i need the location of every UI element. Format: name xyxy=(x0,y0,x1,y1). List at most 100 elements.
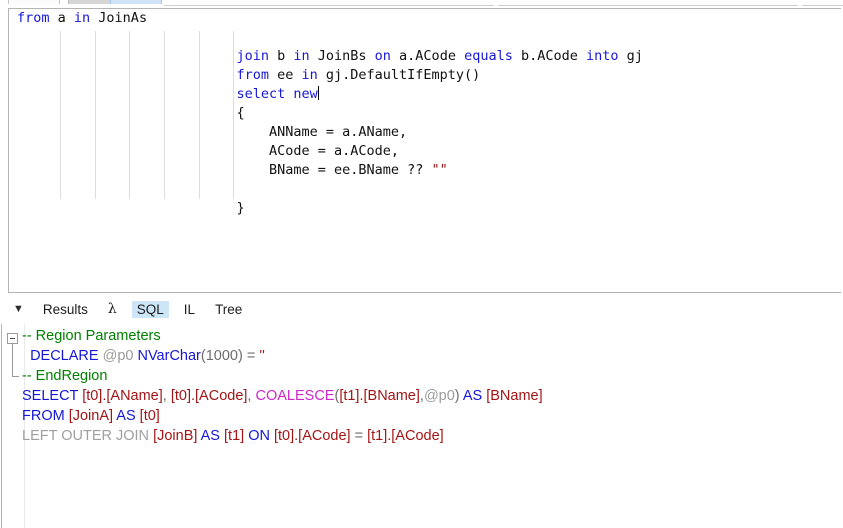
code-line-2: join b in JoinBs on a.ACode equals b.ACo… xyxy=(9,47,643,66)
sql-token: = xyxy=(242,348,260,364)
sql-token: SELECT xyxy=(22,388,79,404)
top-tab-3-selected[interactable] xyxy=(110,0,162,4)
code-token: new xyxy=(293,86,318,102)
tab-results[interactable]: Results xyxy=(38,301,93,318)
code-token: on xyxy=(374,48,391,64)
sql-token: [t0].[ACode] xyxy=(273,428,351,444)
sql-token: , xyxy=(162,388,171,404)
code-line-4: select new xyxy=(9,85,643,104)
sql-token: [t0].[AName] xyxy=(82,388,163,404)
code-token: } xyxy=(17,200,245,216)
code-line-0: from a in JoinAs xyxy=(9,9,643,28)
application-window: from a in JoinAs join b in JoinBs on a.A… xyxy=(0,0,843,528)
sql-token: ON xyxy=(248,428,270,444)
code-editor-surface[interactable]: from a in JoinAs join b in JoinBs on a.A… xyxy=(9,9,841,292)
code-line-6: ANName = a.AName, xyxy=(9,123,643,142)
top-divider-1 xyxy=(164,5,494,6)
sql-token: NVarChar xyxy=(137,348,201,364)
sql-token: @p0 xyxy=(423,388,455,404)
code-token: a.ACode xyxy=(390,48,465,64)
code-token: in xyxy=(293,48,310,64)
sql-token: [t1] xyxy=(224,428,245,444)
region-guide-line xyxy=(12,344,13,377)
code-token: BName = ee.BName ?? xyxy=(17,162,432,178)
sql-token: @p0 xyxy=(102,348,134,364)
code-token: ACode = a.ACode, xyxy=(17,143,400,159)
code-token: select xyxy=(236,86,286,102)
code-token: ee xyxy=(268,67,302,83)
tab-lambda[interactable]: λ xyxy=(103,300,122,318)
sql-token: FROM xyxy=(22,408,65,424)
sql-token: [t1].[ACode] xyxy=(367,428,444,444)
sql-token: [t1].[BName] xyxy=(339,388,420,404)
sql-token: [t0].[ACode] xyxy=(170,388,248,404)
code-line-10: } xyxy=(9,199,643,218)
code-token: join xyxy=(236,48,269,64)
output-tabstrip: ▼ Results λ SQL IL Tree xyxy=(0,296,843,322)
sql-token: [t0] xyxy=(139,408,160,424)
sql-token: AS xyxy=(462,388,483,404)
code-token: in xyxy=(73,10,91,26)
code-token: into xyxy=(586,48,619,64)
code-token: from xyxy=(17,10,50,26)
code-token: gj xyxy=(618,48,643,64)
sql-line-4: FROM [JoinA] AS [t0] xyxy=(22,406,543,426)
text-caret xyxy=(317,86,319,100)
region-guide-elbow xyxy=(12,376,19,377)
region-collapse-icon[interactable] xyxy=(7,333,18,344)
tab-tree[interactable]: Tree xyxy=(210,301,247,318)
code-token: in xyxy=(301,67,318,83)
code-line-8: BName = ee.BName ?? "" xyxy=(9,161,643,180)
tab-il[interactable]: IL xyxy=(179,301,200,318)
top-divider-3 xyxy=(802,5,843,6)
sql-token: COALESCE xyxy=(255,388,335,404)
code-token: from xyxy=(236,67,269,83)
sql-token: '' xyxy=(259,348,265,364)
sql-output-text[interactable]: -- Region Parameters DECLARE @p0 NVarCha… xyxy=(22,326,543,446)
sql-output-pane[interactable]: -- Region Parameters DECLARE @p0 NVarCha… xyxy=(1,324,843,528)
sql-line-2: -- EndRegion xyxy=(22,366,543,386)
sql-token: AS xyxy=(200,428,220,444)
code-editor-text[interactable]: from a in JoinAs join b in JoinBs on a.A… xyxy=(9,9,643,218)
sql-token: ) xyxy=(454,388,463,404)
sql-token: (1000) xyxy=(200,348,243,364)
code-token: { xyxy=(17,105,245,121)
code-token: JoinBs xyxy=(309,48,375,64)
sql-token: = xyxy=(350,428,368,444)
sql-token: AS xyxy=(116,408,136,424)
top-tab-1[interactable] xyxy=(8,0,60,4)
sql-token: -- EndRegion xyxy=(22,368,108,384)
sql-token: [JoinB] xyxy=(153,428,198,444)
sql-line-0: -- Region Parameters xyxy=(22,326,543,346)
sql-line-3: SELECT [t0].[AName], [t0].[ACode], COALE… xyxy=(22,386,543,406)
triangle-down-icon[interactable]: ▼ xyxy=(13,303,24,315)
code-token: JoinAs xyxy=(90,10,148,26)
code-line-5: { xyxy=(9,104,643,123)
sql-token: DECLARE xyxy=(30,348,99,364)
top-chrome-strip xyxy=(0,0,843,7)
sql-token: LEFT OUTER JOIN xyxy=(22,428,150,444)
sql-token: [BName] xyxy=(486,388,543,404)
code-token: "" xyxy=(431,162,448,178)
code-editor-panel[interactable]: from a in JoinAs join b in JoinBs on a.A… xyxy=(8,8,841,293)
code-token: b xyxy=(268,48,294,64)
code-line-3: from ee in gj.DefaultIfEmpty() xyxy=(9,66,643,85)
tab-sql[interactable]: SQL xyxy=(131,300,169,318)
code-token: ANName = a.AName, xyxy=(17,124,408,140)
code-token: b.ACode xyxy=(512,48,587,64)
code-token: equals xyxy=(464,48,513,64)
code-token: a xyxy=(49,10,74,26)
sql-line-5: LEFT OUTER JOIN [JoinB] AS [t1] ON [t0].… xyxy=(22,426,543,446)
code-token: gj.DefaultIfEmpty() xyxy=(317,67,481,83)
sql-token: -- Region Parameters xyxy=(22,328,161,344)
sql-token: [JoinA] xyxy=(68,408,114,424)
top-divider-2 xyxy=(498,5,798,6)
code-line-7: ACode = a.ACode, xyxy=(9,142,643,161)
sql-line-1: DECLARE @p0 NVarChar(1000) = '' xyxy=(22,346,543,366)
